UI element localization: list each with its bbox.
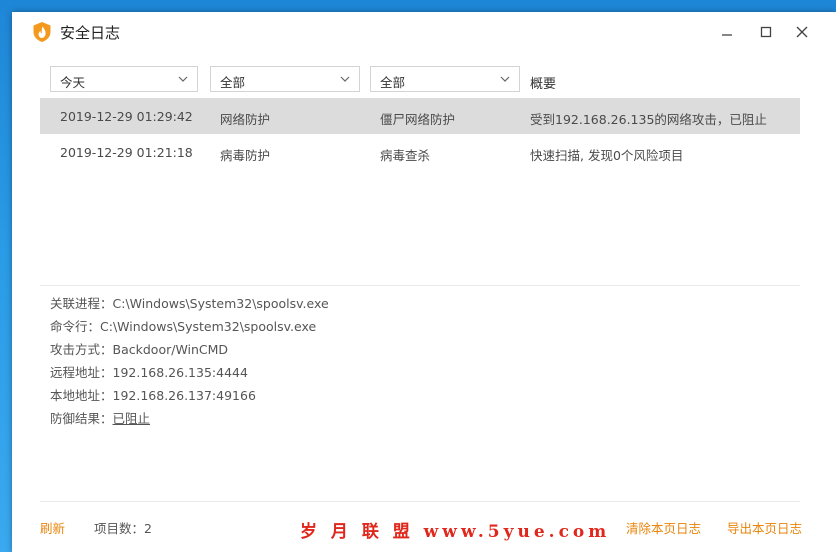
log-category: 病毒防护 bbox=[220, 148, 271, 163]
refresh-button[interactable]: 刷新 bbox=[40, 518, 65, 537]
detail-value: 192.168.26.137:49166 bbox=[112, 388, 256, 403]
clear-page-log-button[interactable]: 清除本页日志 bbox=[626, 518, 701, 537]
minimize-icon bbox=[722, 34, 732, 36]
maximize-icon bbox=[760, 26, 772, 38]
detail-value: C:\Windows\System32\spoolsv.exe bbox=[112, 296, 329, 311]
log-category: 网络防护 bbox=[220, 112, 271, 127]
close-icon bbox=[796, 26, 808, 38]
footer-divider bbox=[40, 501, 800, 502]
detail-value: C:\Windows\System32\spoolsv.exe bbox=[100, 319, 317, 334]
item-count: 项目数：2 bbox=[94, 521, 152, 536]
type-filter-dropdown[interactable]: 全部 bbox=[370, 66, 520, 92]
detail-divider bbox=[40, 285, 800, 286]
export-page-log-button[interactable]: 导出本页日志 bbox=[727, 518, 802, 537]
log-time: 2019-12-29 01:21:18 bbox=[60, 145, 193, 160]
log-time: 2019-12-29 01:29:42 bbox=[60, 109, 193, 124]
detail-label: 命令行： bbox=[50, 319, 101, 334]
log-summary: 快速扫描, 发现0个风险项目 bbox=[530, 148, 684, 163]
category-filter-dropdown[interactable]: 全部 bbox=[210, 66, 360, 92]
detail-label: 攻击方式： bbox=[50, 342, 113, 357]
detail-command-line: 命令行：C:\Windows\System32\spoolsv.exe bbox=[50, 316, 316, 335]
detail-label: 关联进程： bbox=[50, 296, 113, 311]
maximize-button[interactable] bbox=[754, 20, 778, 44]
log-summary: 受到192.168.26.135的网络攻击，已阻止 bbox=[530, 112, 767, 127]
category-filter-value: 全部 bbox=[220, 75, 246, 90]
detail-remote-address: 远程地址：192.168.26.135:4444 bbox=[50, 362, 248, 381]
detail-label: 远程地址： bbox=[50, 365, 113, 380]
chevron-down-icon bbox=[340, 76, 350, 82]
shield-flame-icon bbox=[32, 21, 52, 43]
date-filter-value: 今天 bbox=[60, 75, 86, 90]
log-type: 僵尸网络防护 bbox=[380, 112, 456, 127]
chevron-down-icon bbox=[178, 76, 188, 82]
window-title: 安全日志 bbox=[60, 24, 121, 42]
detail-process: 关联进程：C:\Windows\System32\spoolsv.exe bbox=[50, 293, 329, 312]
defense-result-link[interactable]: 已阻止 bbox=[113, 411, 151, 426]
detail-label: 本地地址： bbox=[50, 388, 113, 403]
detail-label: 防御结果： bbox=[50, 411, 113, 426]
close-button[interactable] bbox=[790, 20, 814, 44]
detail-attack-method: 攻击方式：Backdoor/WinCMD bbox=[50, 339, 228, 358]
filter-header-row: 今天 全部 全部 概要 bbox=[40, 64, 800, 99]
log-row[interactable]: 2019-12-29 01:21:18 病毒防护 病毒查杀 快速扫描, 发现0个… bbox=[40, 134, 800, 170]
detail-defense-result: 防御结果：已阻止 bbox=[50, 408, 150, 427]
log-type: 病毒查杀 bbox=[380, 148, 431, 163]
watermark-text: 岁 月 联 盟 www.5yue.com bbox=[300, 522, 611, 542]
summary-column-header: 概要 bbox=[530, 77, 557, 92]
log-row[interactable]: 2019-12-29 01:29:42 网络防护 僵尸网络防护 受到192.16… bbox=[40, 98, 800, 134]
detail-local-address: 本地地址：192.168.26.137:49166 bbox=[50, 385, 256, 404]
minimize-button[interactable] bbox=[715, 20, 739, 44]
type-filter-value: 全部 bbox=[380, 75, 406, 90]
detail-value: 192.168.26.135:4444 bbox=[112, 365, 248, 380]
security-log-window: 安全日志 今天 全部 全部 概要 2019-12-29 01:29:42 网络防… bbox=[12, 12, 836, 552]
chevron-down-icon bbox=[500, 76, 510, 82]
detail-value: Backdoor/WinCMD bbox=[112, 342, 229, 357]
date-filter-dropdown[interactable]: 今天 bbox=[50, 66, 198, 92]
title-bar[interactable]: 安全日志 bbox=[12, 12, 836, 52]
